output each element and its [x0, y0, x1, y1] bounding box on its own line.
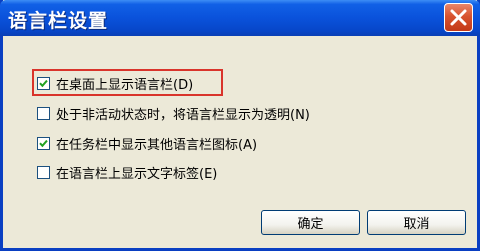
cancel-button[interactable]: 取消	[367, 210, 466, 235]
close-icon	[450, 9, 467, 26]
option-taskbar-icons[interactable]: 在任务栏中显示其他语言栏图标(A)	[37, 132, 257, 154]
option-label: 在语言栏上显示文字标签(E)	[56, 166, 218, 182]
option-label: 在任务栏中显示其他语言栏图标(A)	[56, 137, 258, 153]
option-label: 在桌面上显示语言栏(D)	[56, 77, 194, 93]
option-text-labels[interactable]: 在语言栏上显示文字标签(E)	[37, 161, 217, 183]
option-show-on-desktop[interactable]: 在桌面上显示语言栏(D)	[37, 72, 193, 94]
window-title: 语言栏设置	[8, 10, 109, 32]
checkbox-transparent-inactive[interactable]	[37, 106, 50, 120]
checkbox-text-labels[interactable]	[37, 165, 50, 179]
checkbox-show-on-desktop[interactable]	[37, 76, 50, 90]
checkmark-icon	[39, 79, 48, 87]
option-label: 处于非活动状态时，将语言栏显示为透明(N)	[56, 107, 310, 123]
option-transparent-inactive[interactable]: 处于非活动状态时，将语言栏显示为透明(N)	[37, 102, 310, 124]
close-button[interactable]	[444, 3, 473, 32]
checkbox-taskbar-icons[interactable]	[37, 136, 50, 150]
title-bar[interactable]: 语言栏设置	[0, 0, 480, 36]
checkmark-icon	[39, 139, 48, 147]
dialog-window: 语言栏设置 在桌面上显示语言栏(D) 处于非活动状态时，将语言栏显示为透明(N)	[0, 0, 480, 251]
ok-button[interactable]: 确定	[261, 210, 360, 235]
